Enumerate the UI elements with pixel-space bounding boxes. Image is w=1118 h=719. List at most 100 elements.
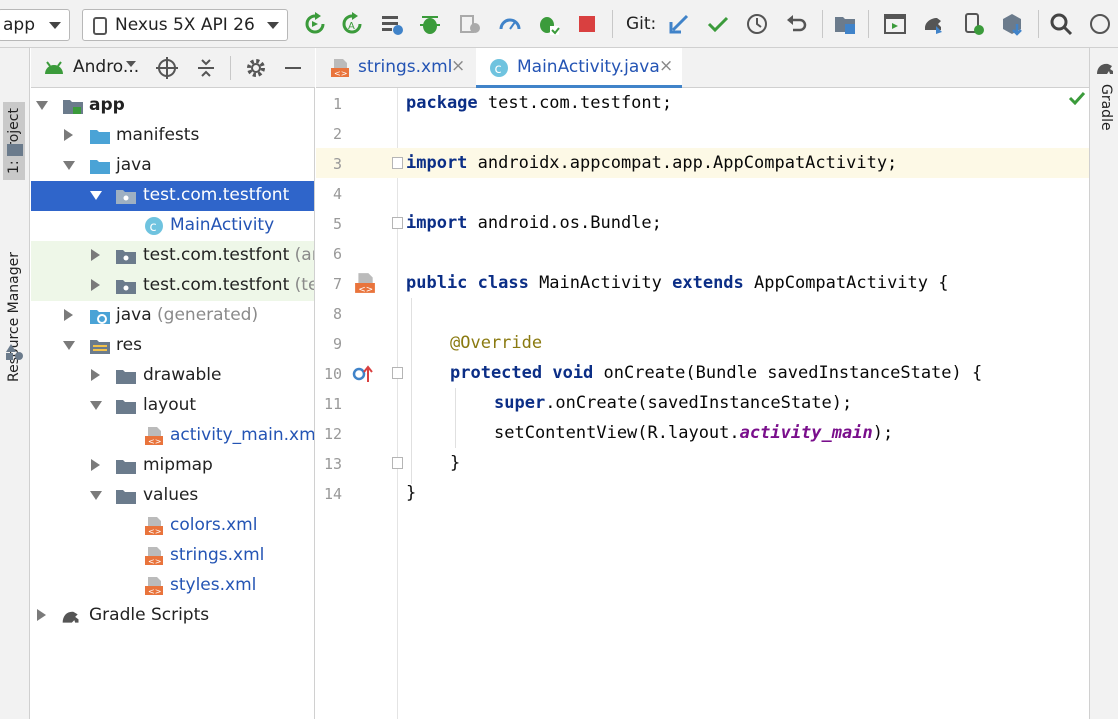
code-line-10: protected void onCreate(Bundle savedInst…: [450, 363, 983, 383]
box-download-icon[interactable]: [1000, 12, 1024, 36]
tree-item-drawable[interactable]: drawable: [31, 361, 314, 391]
line-number: 1: [332, 95, 342, 113]
tree-item-colors-xml[interactable]: <> colors.xml: [31, 511, 314, 541]
tree-item-label: test.com.testfont: [143, 245, 290, 265]
svg-text:<>: <>: [148, 557, 161, 566]
tree-item-styles-xml[interactable]: <> styles.xml: [31, 571, 314, 601]
tree-item-label: activity_main.xml: [170, 425, 315, 445]
collapse-all-icon[interactable]: [195, 57, 217, 79]
tree-item-package-main[interactable]: test.com.testfont: [31, 181, 314, 211]
expand-arrow-icon[interactable]: [37, 609, 46, 621]
expand-arrow-icon[interactable]: [63, 161, 75, 170]
close-icon[interactable]: ×: [451, 56, 465, 76]
speedometer-icon[interactable]: [498, 12, 522, 36]
line-number: 12: [323, 425, 342, 443]
tree-item-label: strings.xml: [170, 545, 265, 565]
project-tool-tab[interactable]: 1: Project: [3, 102, 25, 180]
expand-arrow-icon[interactable]: [64, 309, 73, 321]
tab-mainactivity-java[interactable]: c MainActivity.java ×: [476, 48, 682, 88]
chevron-down-icon: [49, 22, 61, 29]
tree-item-mipmap[interactable]: mipmap: [31, 451, 314, 481]
tree-item-label: java: [116, 155, 152, 175]
tree-item-java-generated[interactable]: java (generated): [31, 301, 314, 331]
profile-icon[interactable]: [458, 12, 482, 36]
line-number: 2: [332, 125, 342, 143]
expand-arrow-icon[interactable]: [91, 459, 100, 471]
generated-folder-icon: [90, 310, 110, 324]
tree-item-res[interactable]: res: [31, 331, 314, 361]
refresh-icon[interactable]: [303, 12, 327, 36]
package-icon: [116, 190, 136, 204]
override-marker-icon[interactable]: [352, 364, 374, 384]
avatar-icon[interactable]: [1088, 12, 1112, 36]
expand-arrow-icon[interactable]: [91, 369, 100, 381]
close-icon[interactable]: ×: [659, 56, 673, 76]
fold-marker-icon[interactable]: [392, 157, 403, 169]
sync-icon[interactable]: [380, 12, 404, 36]
tree-item-label: java: [116, 305, 152, 325]
tree-item-layout[interactable]: layout: [31, 391, 314, 421]
tree-item-manifests[interactable]: manifests: [31, 121, 314, 151]
expand-arrow-icon[interactable]: [90, 401, 102, 410]
project-view-selector[interactable]: Andro...: [73, 57, 139, 77]
tree-item-package-androidtest[interactable]: test.com.testfont (and: [31, 241, 314, 271]
expand-arrow-icon[interactable]: [90, 491, 102, 500]
line-number: 3: [332, 155, 342, 173]
fold-marker-icon[interactable]: [392, 217, 403, 229]
tree-item-values[interactable]: values: [31, 481, 314, 511]
tab-strings-xml[interactable]: <> strings.xml ×: [316, 48, 472, 88]
device-file-icon[interactable]: [962, 12, 986, 36]
device-combo[interactable]: Nexus 5X API 26: [82, 9, 288, 41]
debug-icon[interactable]: [418, 12, 442, 36]
svg-text:A: A: [348, 21, 355, 32]
stop-icon[interactable]: [575, 12, 599, 36]
history-icon[interactable]: [745, 12, 769, 36]
expand-arrow-icon[interactable]: [64, 129, 73, 141]
avd-manager-icon[interactable]: [883, 12, 907, 36]
expand-arrow-icon[interactable]: [91, 279, 100, 291]
xml-file-icon: <>: [145, 517, 163, 536]
expand-arrow-icon[interactable]: [63, 341, 75, 350]
tree-item-mainactivity[interactable]: c MainActivity: [31, 211, 314, 241]
line-number: 6: [332, 245, 342, 263]
minimize-icon[interactable]: [285, 67, 301, 69]
line-number: 14: [323, 485, 342, 503]
tree-item-java[interactable]: java: [31, 151, 314, 181]
code-line-9: @Override: [450, 333, 543, 353]
revert-icon[interactable]: [785, 12, 809, 36]
search-icon[interactable]: [1049, 12, 1073, 36]
git-update-icon[interactable]: [667, 12, 691, 36]
tree-item-package-test[interactable]: test.com.testfont (test: [31, 271, 314, 301]
resource-manager-tool-tab[interactable]: Resource Manager: [3, 246, 25, 388]
tab-label: strings.xml: [358, 57, 453, 77]
expand-arrow-icon[interactable]: [36, 101, 48, 110]
gear-icon[interactable]: [245, 57, 267, 79]
attach-debugger-icon[interactable]: [536, 12, 560, 36]
project-structure-icon[interactable]: [833, 12, 857, 36]
folder-icon: [116, 370, 136, 384]
gradle-tool-tab[interactable]: Gradle: [1098, 84, 1114, 131]
apply-changes-icon[interactable]: A: [340, 12, 364, 36]
tree-item-gradle-scripts[interactable]: Gradle Scripts: [31, 601, 314, 631]
git-commit-icon[interactable]: [706, 12, 730, 36]
tree-item-activity-main-xml[interactable]: <> activity_main.xml: [31, 421, 315, 451]
xml-file-icon[interactable]: <>: [354, 272, 376, 294]
tree-item-label: colors.xml: [170, 515, 258, 535]
tree-item-strings-xml[interactable]: <> strings.xml: [31, 541, 314, 571]
sdk-manager-icon[interactable]: [922, 12, 946, 36]
fold-marker-icon[interactable]: [392, 367, 403, 379]
tree-item-label: test.com.testfont: [143, 275, 290, 295]
expand-arrow-icon[interactable]: [90, 191, 102, 200]
git-label: Git:: [626, 14, 657, 34]
run-config-combo[interactable]: app: [0, 9, 70, 41]
right-tool-strip: Gradle: [1089, 48, 1118, 719]
folder-icon: [7, 144, 23, 156]
tree-item-label: MainActivity: [170, 215, 275, 235]
chevron-down-icon[interactable]: [126, 61, 136, 67]
fold-marker-icon[interactable]: [392, 457, 403, 469]
tree-item-app[interactable]: app: [31, 91, 314, 121]
crosshair-icon[interactable]: [156, 57, 178, 79]
expand-arrow-icon[interactable]: [91, 249, 100, 261]
device-label: Nexus 5X API 26: [115, 15, 255, 35]
line-number: 4: [332, 185, 342, 203]
